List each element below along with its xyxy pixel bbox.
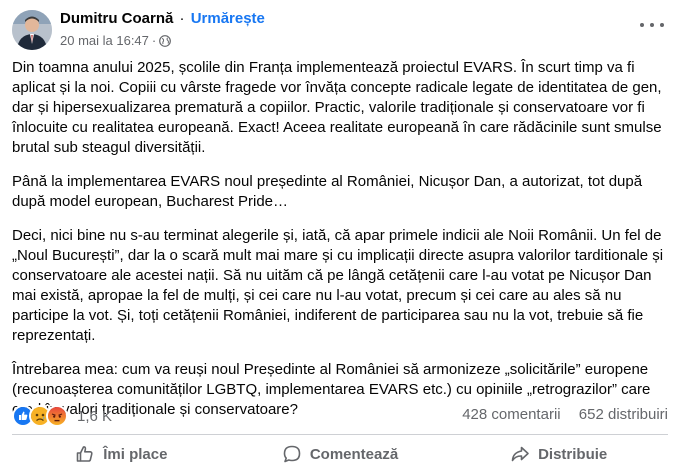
avatar[interactable]	[12, 10, 52, 50]
comment-button[interactable]: Comentează	[231, 437, 450, 471]
post-body: Din toamna anului 2025, școlile din Fran…	[12, 58, 670, 434]
post-card: Dumitru Coarnă · Urmărește 20 mai la 16:…	[0, 0, 678, 475]
comment-label: Comentează	[309, 445, 399, 463]
share-button[interactable]: Distribuie	[449, 437, 668, 471]
post-paragraph: Deci, nici bine nu s-au terminat alegeri…	[12, 227, 664, 344]
follow-button[interactable]: Urmărește	[191, 10, 265, 27]
engagement-counts: 428 comentarii 652 distribuiri	[462, 406, 668, 423]
post-header: Dumitru Coarnă · Urmărește 20 mai la 16:…	[12, 7, 672, 51]
meta-separator: ·	[151, 33, 157, 48]
reaction-count[interactable]: 1,6 K	[77, 408, 112, 425]
share-icon	[510, 444, 530, 464]
more-options-icon[interactable]	[640, 15, 664, 35]
author-line: Dumitru Coarnă · Urmărește	[60, 10, 265, 27]
reactions-summary[interactable]: 1,6 K	[12, 405, 112, 427]
comment-icon	[282, 444, 302, 464]
post-paragraph: Până la implementarea EVARS noul președi…	[12, 173, 643, 210]
post-meta: 20 mai la 16:47 ·	[60, 33, 172, 48]
share-label: Distribuie	[538, 445, 608, 463]
author-name[interactable]: Dumitru Coarnă	[60, 10, 173, 27]
post-stats: 1,6 K 428 comentarii 652 distribuiri	[12, 405, 668, 427]
post-actions: Îmi place Comentează Distribuie	[12, 437, 668, 471]
comments-count[interactable]: 428 comentarii	[462, 406, 560, 423]
like-label: Îmi place	[103, 445, 168, 463]
like-button[interactable]: Îmi place	[12, 437, 231, 471]
post-timestamp[interactable]: 20 mai la 16:47	[60, 33, 149, 48]
globe-icon	[159, 34, 172, 47]
name-separator: ·	[179, 10, 185, 27]
thumbs-up-icon	[75, 444, 95, 464]
actions-divider	[12, 434, 668, 435]
shares-count[interactable]: 652 distribuiri	[579, 406, 668, 423]
angry-icon	[46, 405, 68, 427]
post-paragraph: Din toamna anului 2025, școlile din Fran…	[12, 59, 662, 156]
